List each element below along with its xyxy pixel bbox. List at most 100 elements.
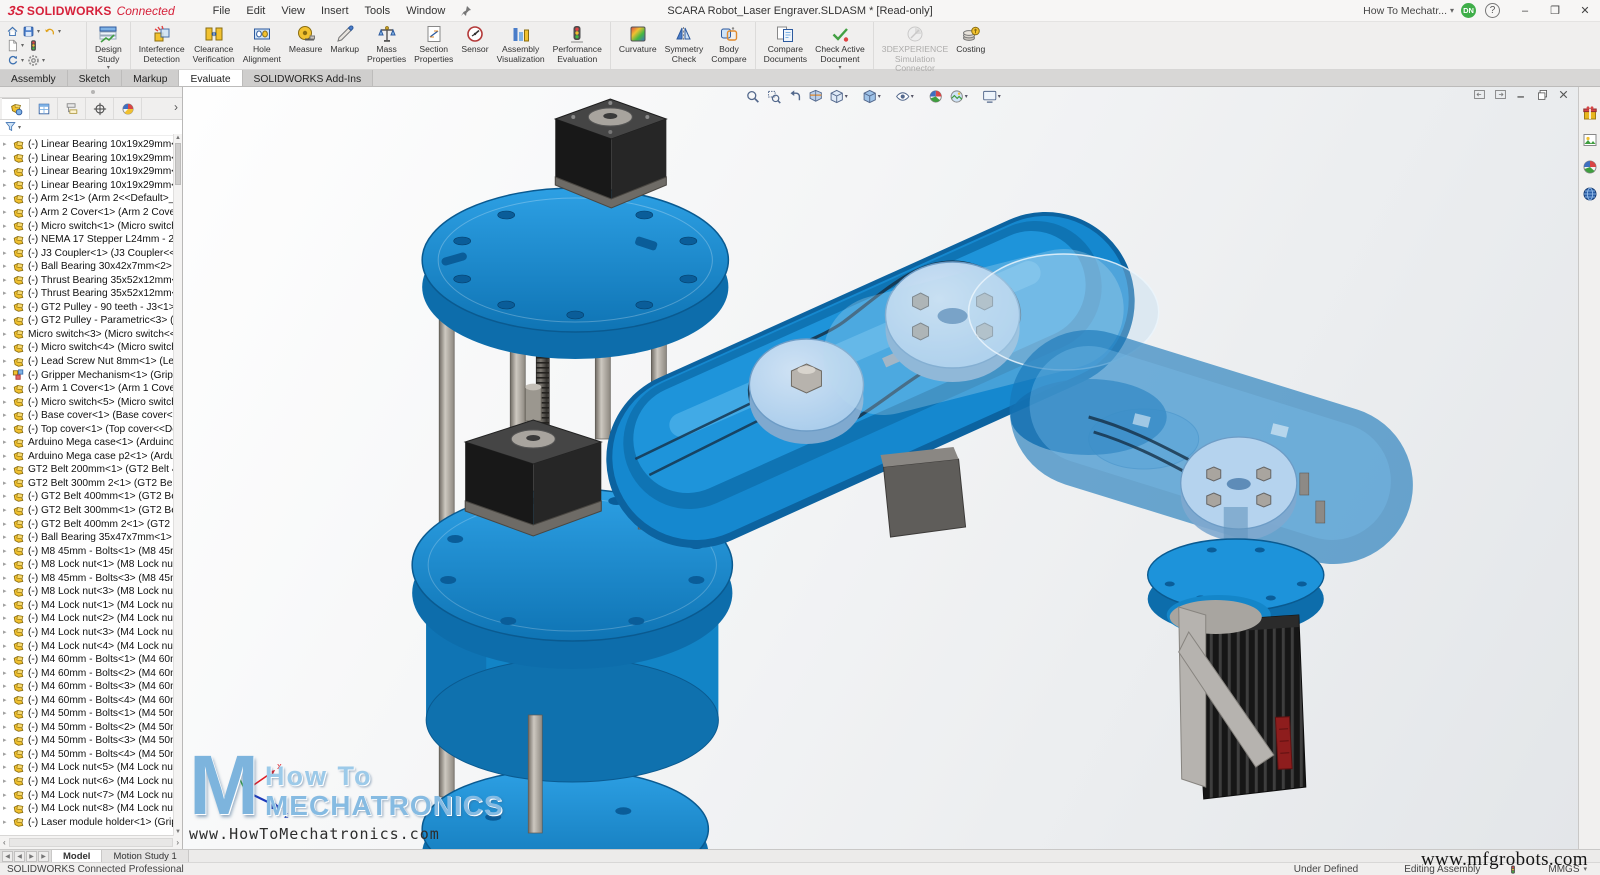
- expand-caret-icon[interactable]: ▸: [3, 507, 12, 514]
- tree-item[interactable]: ▸(-) M4 50mm - Bolts<2> (M4 50mm - Bolts…: [0, 721, 182, 735]
- expand-caret-icon[interactable]: ▸: [3, 493, 12, 500]
- tree-item[interactable]: ▸(-) J3 Coupler<1> (J3 Coupler<<Default>…: [0, 246, 182, 260]
- ribbon-button-interference-detection[interactable]: InterferenceDetection: [135, 23, 189, 65]
- expand-caret-icon[interactable]: ▸: [3, 344, 12, 351]
- panel-tab-dimxpert[interactable]: [86, 98, 114, 119]
- expand-caret-icon[interactable]: ▸: [3, 778, 12, 785]
- scroll-track[interactable]: [9, 838, 174, 847]
- panel-tab-configuration-manager[interactable]: [58, 98, 86, 119]
- expand-caret-icon[interactable]: ▸: [3, 372, 12, 379]
- tree-vertical-scrollbar[interactable]: ▲ ▼: [173, 134, 182, 836]
- scroll-down-icon[interactable]: ▼: [175, 828, 181, 836]
- ribbon-button-symmetry-check[interactable]: SymmetryCheck: [661, 23, 708, 65]
- expand-caret-icon[interactable]: ▸: [3, 277, 12, 284]
- tree-item[interactable]: ▸(-) Linear Bearing 10x19x29mm<1> (Linea…: [0, 138, 182, 152]
- expand-caret-icon[interactable]: ▸: [3, 426, 12, 433]
- expand-caret-icon[interactable]: ▸: [3, 724, 12, 731]
- expand-caret-icon[interactable]: ▸: [3, 439, 12, 446]
- tree-item[interactable]: ▸(-) GT2 Belt 300mm<1> (GT2 Belt 400mm<<: [0, 504, 182, 518]
- tab-sketch[interactable]: Sketch: [68, 70, 122, 86]
- hide-show-icon[interactable]: ▾: [894, 88, 915, 105]
- restore-button[interactable]: ❐: [1540, 0, 1570, 22]
- rebuild-caret-icon[interactable]: ▾: [21, 57, 24, 64]
- tree-item[interactable]: ▸(-) Linear Bearing 10x19x29mm<6> (Linea…: [0, 179, 182, 193]
- expand-caret-icon[interactable]: ▸: [3, 250, 12, 257]
- avatar[interactable]: DN: [1461, 3, 1476, 18]
- tree-item[interactable]: ▸GT2 Belt 200mm<1> (GT2 Belt 400mm<<De: [0, 463, 182, 477]
- ribbon-button-compare-documents[interactable]: CompareDocuments: [760, 23, 811, 65]
- tree-item[interactable]: ▸(-) M4 60mm - Bolts<4> (M4 60mm - Bolts…: [0, 693, 182, 707]
- tree-item[interactable]: ▸(-) Gripper Mechanism<1> (Gripper Mecha…: [0, 368, 182, 382]
- expand-caret-icon[interactable]: ▸: [3, 643, 12, 650]
- tree-item[interactable]: ▸(-) Laser module holder<1> (Gripper to …: [0, 815, 182, 829]
- expand-caret-icon[interactable]: ▸: [3, 168, 12, 175]
- win-prev-icon[interactable]: [1473, 88, 1486, 101]
- expand-caret-icon[interactable]: ▸: [3, 385, 12, 392]
- tree-item[interactable]: ▸GT2 Belt 300mm 2<1> (GT2 Belt 400mm<<D: [0, 477, 182, 491]
- expand-caret-icon[interactable]: ▸: [3, 615, 12, 622]
- last-tab-icon[interactable]: ▶: [38, 851, 49, 862]
- tree-item[interactable]: ▸(-) GT2 Belt 400mm 2<1> (GT2 Belt 400mm…: [0, 517, 182, 531]
- dropdown-caret-icon[interactable]: ▾: [965, 93, 968, 100]
- expand-caret-icon[interactable]: ▸: [3, 453, 12, 460]
- tree-item[interactable]: ▸(-) Linear Bearing 10x19x29mm<2> (Linea…: [0, 152, 182, 166]
- expand-caret-icon[interactable]: ▸: [3, 466, 12, 473]
- panel-tab-property-manager[interactable]: [30, 98, 58, 119]
- tree-item[interactable]: ▸(-) GT2 Belt 400mm<1> (GT2 Belt 400mm<<: [0, 490, 182, 504]
- tree-item[interactable]: ▸(-) M4 Lock nut<6> (M4 Lock nut<<Defaul…: [0, 775, 182, 789]
- tab-assembly[interactable]: Assembly: [0, 70, 68, 86]
- dropdown-caret-icon[interactable]: ▾: [911, 93, 914, 100]
- tree-item[interactable]: ▸(-) Thrust Bearing 35x52x12mm<3> (Thrus…: [0, 273, 182, 287]
- display-style-icon[interactable]: ▾: [861, 88, 882, 105]
- tree-item[interactable]: ▸(-) Ball Bearing 35x47x7mm<1> (Ball Bea…: [0, 531, 182, 545]
- section-view-icon[interactable]: [807, 88, 824, 105]
- expand-caret-icon[interactable]: ▸: [3, 629, 12, 636]
- expand-caret-icon[interactable]: ▸: [3, 588, 12, 595]
- account-caret-icon[interactable]: ▾: [1450, 6, 1454, 15]
- options-caret-icon[interactable]: ▾: [42, 57, 45, 64]
- expand-caret-icon[interactable]: ▸: [3, 602, 12, 609]
- expand-caret-icon[interactable]: ▸: [3, 548, 12, 555]
- tree-item[interactable]: ▸(-) M8 Lock nut<3> (M8 Lock nut<<Defaul…: [0, 585, 182, 599]
- bottom-tab-motion-study-1[interactable]: Motion Study 1: [102, 850, 188, 862]
- tree-item[interactable]: ▸(-) M4 Lock nut<1> (M4 Lock nut<<Defaul…: [0, 599, 182, 613]
- win-min-icon[interactable]: [1515, 88, 1528, 101]
- dropdown-caret-icon[interactable]: ▾: [845, 93, 848, 100]
- tree-item[interactable]: ▸(-) Base cover<1> (Base cover<<Default>…: [0, 409, 182, 423]
- menu-tools[interactable]: Tools: [357, 2, 399, 20]
- tree-item[interactable]: ▸(-) M4 60mm - Bolts<1> (M4 60mm - Bolts…: [0, 653, 182, 667]
- prev-tab-icon[interactable]: ◀: [14, 851, 25, 862]
- tree-item[interactable]: ▸Arduino Mega case<1> (Arduino UNO case: [0, 436, 182, 450]
- tree-horizontal-scrollbar[interactable]: ‹ ›: [0, 835, 182, 849]
- tab-solidworks-add-ins[interactable]: SOLIDWORKS Add-Ins: [243, 70, 374, 86]
- expand-caret-icon[interactable]: ▸: [3, 521, 12, 528]
- tree-item[interactable]: ▸Micro switch<3> (Micro switch<<Default>…: [0, 328, 182, 342]
- tree-item[interactable]: ▸(-) Micro switch<5> (Micro switch<<Defa…: [0, 395, 182, 409]
- save-icon[interactable]: [22, 25, 35, 38]
- traffic-light-icon[interactable]: [27, 39, 40, 52]
- expand-caret-icon[interactable]: ▸: [3, 683, 12, 690]
- dropdown-caret-icon[interactable]: ▾: [878, 93, 881, 100]
- tree-item[interactable]: ▸(-) GT2 Pulley - Parametric<3> (GT2 Pul…: [0, 314, 182, 328]
- ribbon-button-hole-alignment[interactable]: HoleAlignment: [239, 23, 285, 65]
- expand-caret-icon[interactable]: ▸: [3, 263, 12, 270]
- tree-item[interactable]: ▸(-) M4 60mm - Bolts<2> (M4 60mm - Bolts…: [0, 666, 182, 680]
- win-next-icon[interactable]: [1494, 88, 1507, 101]
- tree-item[interactable]: ▸(-) Linear Bearing 10x19x29mm<3> (Linea…: [0, 165, 182, 179]
- expand-caret-icon[interactable]: ▸: [3, 317, 12, 324]
- expand-caret-icon[interactable]: ▸: [3, 358, 12, 365]
- expand-caret-icon[interactable]: ▸: [3, 575, 12, 582]
- task-pane-whats-new-icon[interactable]: [1582, 105, 1598, 121]
- expand-caret-icon[interactable]: ▸: [3, 155, 12, 162]
- view-settings-icon[interactable]: ▾: [981, 88, 1002, 105]
- zoom-area-icon[interactable]: [765, 88, 782, 105]
- menu-view[interactable]: View: [273, 2, 313, 20]
- ribbon-button-performance-evaluation[interactable]: PerformanceEvaluation: [549, 23, 606, 65]
- tab-evaluate[interactable]: Evaluate: [179, 70, 242, 86]
- bottom-tab-model[interactable]: Model: [52, 850, 102, 862]
- expand-caret-icon[interactable]: ▸: [3, 223, 12, 230]
- expand-caret-icon[interactable]: ▸: [3, 290, 12, 297]
- filter-caret-icon[interactable]: ▾: [18, 124, 21, 131]
- ribbon-button-assembly-visualization[interactable]: AssemblyVisualization: [493, 23, 549, 65]
- filter-icon[interactable]: [5, 119, 16, 137]
